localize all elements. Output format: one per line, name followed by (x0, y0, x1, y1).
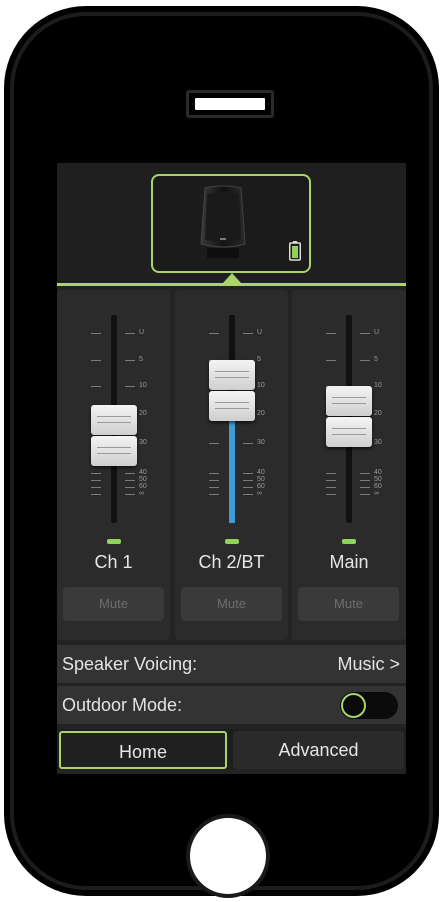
fader-knob-upper[interactable] (209, 360, 255, 390)
scale-label: 5 (139, 356, 143, 363)
scale-tick (326, 487, 336, 488)
scale-tick (243, 480, 253, 481)
scale-label: 20 (257, 410, 265, 417)
scale-tick (360, 487, 370, 488)
fader-knob-upper[interactable] (326, 386, 372, 416)
app-screen: U 5 10 20 30 40 50 60 ∞ Ch 1 Mute U 5 10… (57, 163, 406, 774)
scale-label: 10 (374, 382, 382, 389)
mute-button[interactable]: Mute (181, 587, 282, 621)
device-card[interactable] (151, 174, 311, 273)
scale-tick (91, 487, 101, 488)
scale-label: ∞ (139, 490, 144, 497)
scale-tick (360, 473, 370, 474)
level-meter (229, 419, 235, 523)
fader-knob-lower[interactable] (209, 391, 255, 421)
selected-indicator (223, 273, 241, 283)
scale-tick (91, 360, 101, 361)
toggle-knob (341, 693, 366, 718)
scale-label: 5 (257, 356, 261, 363)
scale-label: 30 (374, 439, 382, 446)
channel-strips: U 5 10 20 30 40 50 60 ∞ Ch 1 Mute U 5 10… (57, 290, 406, 640)
scale-label: 10 (139, 382, 147, 389)
signal-led (225, 539, 239, 544)
scale-tick (125, 333, 135, 334)
channel-strip-ch2: U 5 10 20 30 40 50 60 ∞ Ch 2/BT Mute (175, 290, 288, 640)
scale-tick (209, 333, 219, 334)
channel-name: Ch 1 (94, 552, 133, 572)
scale-tick (209, 480, 219, 481)
scale-label: ∞ (257, 490, 262, 497)
scale-tick (125, 487, 135, 488)
channel-name: Ch 2/BT (198, 552, 265, 572)
scale-tick (91, 480, 101, 481)
mute-button[interactable]: Mute (63, 587, 164, 621)
scale-tick (209, 487, 219, 488)
scale-tick (243, 487, 253, 488)
tab-advanced[interactable]: Advanced (233, 731, 404, 769)
earpiece-slot (186, 90, 274, 118)
scale-tick (91, 494, 101, 495)
mute-button[interactable]: Mute (298, 587, 399, 621)
scale-tick (243, 333, 253, 334)
scale-tick (243, 494, 253, 495)
scale-label: U (257, 329, 263, 336)
scale-tick (360, 480, 370, 481)
scale-tick (360, 494, 370, 495)
scale-tick (326, 494, 336, 495)
scale-tick (243, 443, 253, 444)
scale-tick (360, 360, 370, 361)
battery-icon (289, 241, 301, 261)
scale-label: ∞ (374, 490, 379, 497)
scale-tick (91, 473, 101, 474)
scale-tick (209, 494, 219, 495)
outdoor-mode-toggle[interactable] (340, 692, 398, 719)
scale-tick (326, 480, 336, 481)
speaker-voicing-label: Speaker Voicing: (62, 654, 198, 674)
scale-tick (125, 386, 135, 387)
scale-tick (243, 473, 253, 474)
scale-label: 20 (139, 410, 147, 417)
bottom-tabs: Home Advanced (57, 729, 406, 769)
scale-tick (326, 360, 336, 361)
scale-tick (91, 333, 101, 334)
signal-led (342, 539, 356, 544)
channel-strip-ch1: U 5 10 20 30 40 50 60 ∞ Ch 1 Mute (57, 290, 170, 640)
signal-led (107, 539, 121, 544)
scale-tick (326, 333, 336, 334)
tab-home[interactable]: Home (59, 731, 227, 769)
device-selector-area (57, 163, 406, 286)
scale-label: 20 (374, 410, 382, 417)
speaker-voicing-row[interactable]: Speaker Voicing: Music > (57, 645, 406, 683)
fader-knob-lower[interactable] (326, 417, 372, 447)
fader-knob-upper[interactable] (91, 405, 137, 435)
scale-label: 30 (257, 439, 265, 446)
channel-strip-main: U 5 10 20 30 40 50 60 ∞ Main Mute (292, 290, 406, 640)
speaker-voicing-value[interactable]: Music > (337, 654, 400, 675)
speaker-icon (200, 185, 246, 258)
scale-tick (125, 473, 135, 474)
scale-label: 5 (374, 356, 378, 363)
scale-tick (125, 494, 135, 495)
scale-label: 30 (139, 439, 147, 446)
scale-tick (209, 473, 219, 474)
scale-tick (91, 386, 101, 387)
scale-tick (326, 473, 336, 474)
scale-label: U (374, 329, 380, 336)
channel-name: Main (329, 552, 369, 572)
scale-label: U (139, 329, 145, 336)
scale-tick (125, 360, 135, 361)
scale-label: 10 (257, 382, 265, 389)
fader-knob-lower[interactable] (91, 436, 137, 466)
scale-tick (360, 333, 370, 334)
outdoor-mode-label: Outdoor Mode: (62, 695, 183, 715)
scale-tick (125, 480, 135, 481)
scale-tick (209, 443, 219, 444)
outdoor-mode-row: Outdoor Mode: (57, 686, 406, 724)
home-button[interactable] (190, 818, 266, 894)
